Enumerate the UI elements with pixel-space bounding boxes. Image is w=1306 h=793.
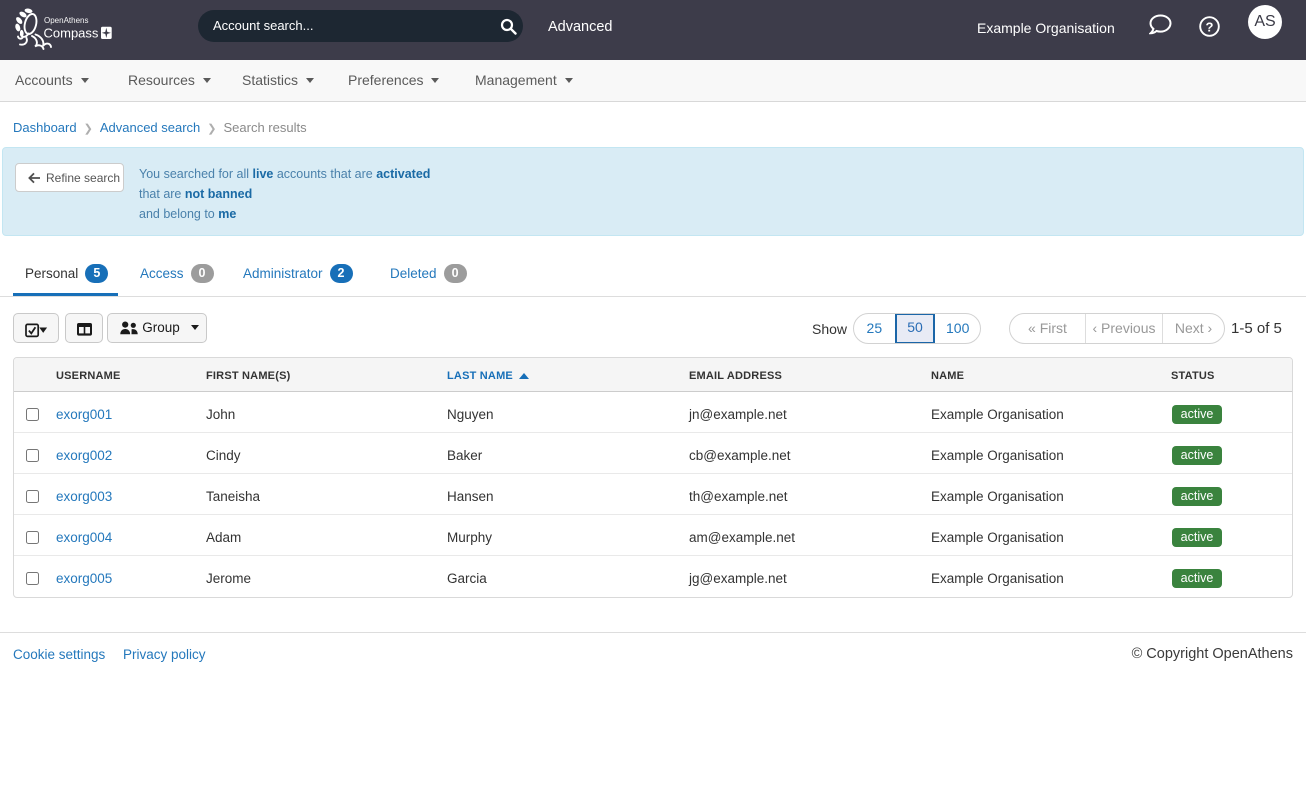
- svg-text:OpenAthens: OpenAthens: [44, 16, 88, 25]
- svg-text:Compass: Compass: [44, 25, 99, 40]
- svg-text:?: ?: [1206, 19, 1214, 34]
